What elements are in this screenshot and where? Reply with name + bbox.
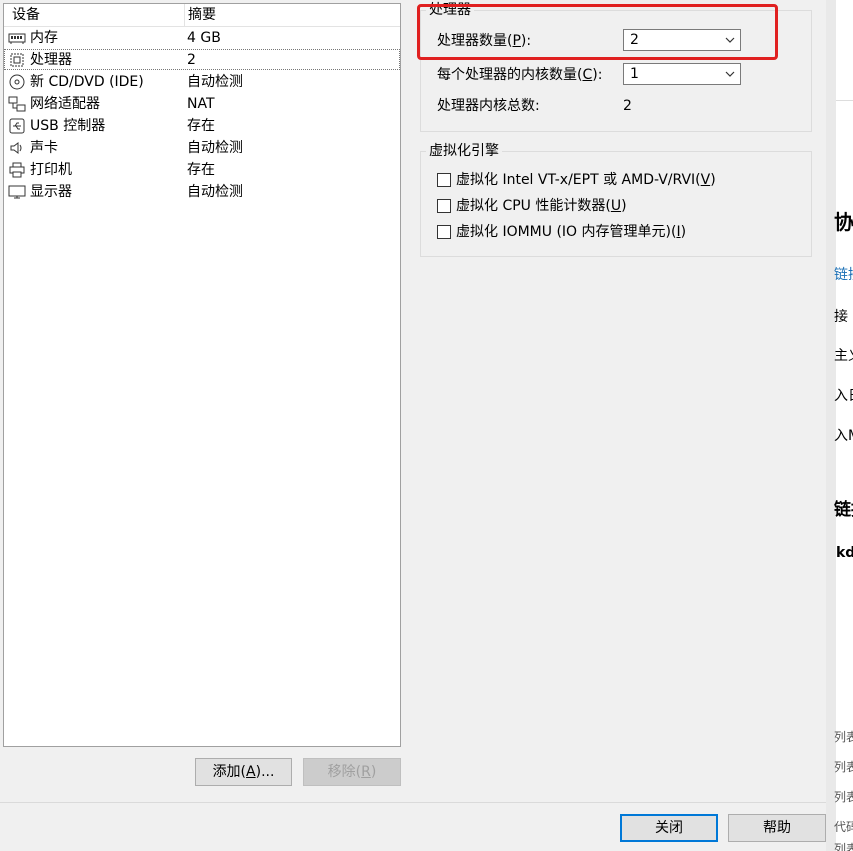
cd-icon bbox=[9, 74, 25, 90]
total-cores-value: 2 bbox=[623, 98, 632, 114]
background-text: 列表 bbox=[834, 790, 853, 804]
cpu-counters-checkbox[interactable] bbox=[437, 199, 451, 213]
device-name: 内存 bbox=[30, 30, 58, 46]
column-header-summary[interactable]: 摘要 bbox=[188, 6, 216, 24]
remove-device-button[interactable]: 移除(R) bbox=[303, 758, 401, 786]
close-button[interactable]: 关闭 bbox=[620, 814, 718, 842]
background-text: 列表 bbox=[834, 730, 853, 744]
device-summary: NAT bbox=[187, 96, 215, 112]
add-device-button[interactable]: 添加(A)... bbox=[195, 758, 292, 786]
background-text: 接 bbox=[834, 309, 848, 325]
cores-per-processor-value: 1 bbox=[630, 66, 639, 82]
memory-icon bbox=[8, 33, 26, 44]
add-button-label: 添加( bbox=[212, 764, 247, 780]
device-summary: 自动检测 bbox=[187, 74, 243, 90]
cores-per-processor-select[interactable]: 1 bbox=[623, 63, 741, 85]
virtualization-group-title: 虚拟化引擎 bbox=[426, 143, 502, 159]
device-row-processor[interactable]: 处理器 2 bbox=[4, 49, 400, 71]
device-summary: 2 bbox=[187, 52, 196, 68]
device-row-printer[interactable]: 打印机 存在 bbox=[4, 159, 400, 181]
background-text: 代码 bbox=[834, 820, 853, 834]
add-button-suffix: )... bbox=[255, 764, 275, 780]
help-button[interactable]: 帮助 bbox=[728, 814, 826, 842]
iommu-checkbox[interactable] bbox=[437, 225, 451, 239]
device-summary: 存在 bbox=[187, 118, 215, 134]
cpu-counters-checkbox-label[interactable]: 虚拟化 CPU 性能计数器(U) bbox=[456, 197, 627, 215]
background-toolbar bbox=[836, 0, 853, 101]
cores-per-processor-label: 每个处理器的内核数量(C): bbox=[437, 67, 603, 83]
remove-button-label: 移除( bbox=[327, 764, 362, 780]
background-text: 链接 bbox=[834, 500, 853, 520]
background-text: kd bbox=[836, 545, 853, 561]
remove-button-accesskey: R bbox=[361, 764, 371, 780]
vtx-checkbox-label[interactable]: 虚拟化 Intel VT-x/EPT 或 AMD-V/RVI(V) bbox=[456, 171, 716, 189]
remove-button-suffix: ) bbox=[370, 764, 377, 780]
iommu-checkbox-label[interactable]: 虚拟化 IOMMU (IO 内存管理单元)(I) bbox=[456, 223, 686, 241]
device-name: USB 控制器 bbox=[30, 118, 106, 134]
background-text: 主义 bbox=[834, 348, 853, 364]
background-text: 列表 bbox=[834, 760, 853, 774]
device-name: 显示器 bbox=[30, 184, 72, 200]
device-row-cd-dvd[interactable]: 新 CD/DVD (IDE) 自动检测 bbox=[4, 71, 400, 93]
device-list[interactable]: 设备 摘要 内存 4 GB 处理器 2 新 CD/DVD (IDE) 自动检测 bbox=[3, 3, 401, 747]
background-text: 入M bbox=[834, 428, 853, 444]
chevron-down-icon bbox=[725, 71, 735, 77]
device-summary: 存在 bbox=[187, 162, 215, 178]
device-name: 网络适配器 bbox=[30, 96, 100, 112]
monitor-icon bbox=[8, 185, 26, 199]
usb-icon bbox=[9, 118, 25, 134]
column-divider[interactable] bbox=[184, 4, 185, 26]
highlight-box bbox=[417, 4, 778, 60]
device-row-display[interactable]: 显示器 自动检测 bbox=[4, 181, 400, 203]
network-icon bbox=[8, 96, 26, 112]
device-name: 处理器 bbox=[30, 52, 72, 68]
background-window: 协义 链接 接 主义 入日 入M 链接 kd 列表 列表 列表 代码 列表 bbox=[826, 0, 853, 851]
background-text: 列表 bbox=[834, 842, 853, 851]
background-text: 协义 bbox=[834, 210, 853, 234]
background-link: 链接 bbox=[834, 267, 853, 283]
total-cores-label: 处理器内核总数: bbox=[437, 98, 540, 114]
cpu-icon bbox=[10, 53, 24, 67]
column-header-device[interactable]: 设备 bbox=[12, 6, 40, 24]
device-row-memory[interactable]: 内存 4 GB bbox=[4, 27, 400, 49]
device-row-sound[interactable]: 声卡 自动检测 bbox=[4, 137, 400, 159]
device-name: 打印机 bbox=[30, 162, 72, 178]
device-name: 声卡 bbox=[30, 140, 58, 156]
speaker-icon bbox=[10, 142, 22, 154]
printer-icon bbox=[9, 162, 25, 178]
add-button-accesskey: A bbox=[246, 764, 256, 780]
vtx-checkbox[interactable] bbox=[437, 173, 451, 187]
background-text: 入日 bbox=[834, 388, 853, 404]
device-row-network[interactable]: 网络适配器 NAT bbox=[4, 93, 400, 115]
device-name: 新 CD/DVD (IDE) bbox=[30, 74, 144, 90]
device-summary: 自动检测 bbox=[187, 184, 243, 200]
device-row-usb[interactable]: USB 控制器 存在 bbox=[4, 115, 400, 137]
device-list-header: 设备 摘要 bbox=[4, 4, 400, 27]
device-summary: 自动检测 bbox=[187, 140, 243, 156]
device-summary: 4 GB bbox=[187, 30, 221, 46]
